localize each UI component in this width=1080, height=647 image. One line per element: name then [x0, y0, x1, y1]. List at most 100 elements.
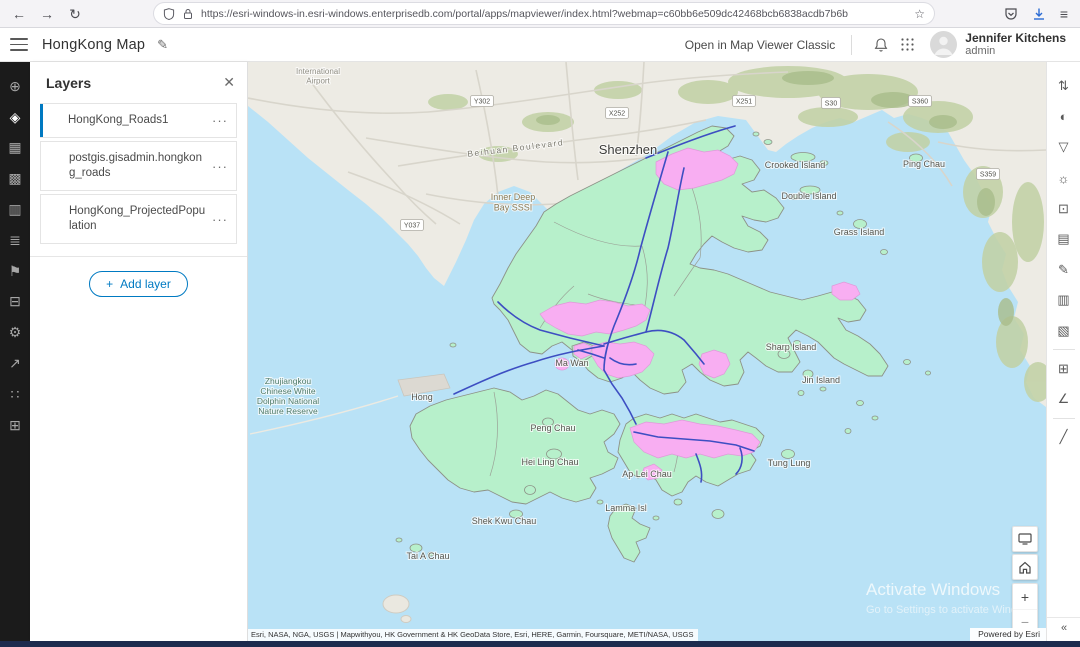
- overview-map-button[interactable]: [1012, 526, 1038, 552]
- layers-icon[interactable]: ◈: [0, 102, 30, 133]
- styles-icon[interactable]: ◐: [1047, 102, 1080, 133]
- pocket-icon[interactable]: [1004, 7, 1018, 21]
- layers-panel: Layers ✕ HongKong_Roads1···postgis.gisad…: [30, 62, 248, 641]
- toolbar-divider: [1053, 418, 1075, 419]
- share-icon[interactable]: ↗: [0, 348, 30, 379]
- svg-text:S30: S30: [825, 101, 838, 108]
- browser-reload-button[interactable]: ↻: [64, 3, 86, 25]
- plus-icon: +: [106, 277, 113, 291]
- app-menu-icon[interactable]: [10, 38, 28, 51]
- window-bottom-edge: [0, 641, 1080, 647]
- tables-icon[interactable]: ▦: [0, 133, 30, 164]
- map-label: Ma Wan: [555, 358, 588, 368]
- layer-item[interactable]: HongKong_Roads1···: [40, 103, 237, 138]
- add-new-icon[interactable]: ⊕: [0, 71, 30, 102]
- browser-back-button[interactable]: ←: [8, 3, 30, 25]
- map-label: ZhujiangkouChinese WhiteDolphin National…: [257, 376, 319, 416]
- map-label: Ping Chau: [903, 159, 945, 169]
- user-menu[interactable]: Jennifer Kitchens admin: [930, 31, 1066, 58]
- map-label: Ap Lei Chau: [622, 469, 672, 479]
- svg-text:S360: S360: [912, 99, 928, 106]
- powered-by-esri: Powered by Esri: [970, 628, 1046, 641]
- address-bar[interactable]: https://esri-windows-in.esri-windows.ent…: [154, 3, 934, 24]
- basemap: Y302X252X251S30S360S359Y037 Internationa…: [248, 62, 1046, 641]
- layers-panel-title: Layers: [46, 75, 91, 91]
- settings-toolbar: ⇅◐▽☼⊡▤✎▥▧ ⊞∠ ╱ «: [1046, 62, 1080, 641]
- add-layer-button[interactable]: + Add layer: [89, 271, 188, 297]
- bookmark-star-icon[interactable]: ☆: [914, 7, 925, 21]
- map-label: Grass Island: [834, 227, 885, 237]
- browser-toolbar: ← → ↻ https://esri-windows-in.esri-windo…: [0, 0, 1080, 28]
- map-label: Hei Ling Chau: [521, 457, 578, 467]
- close-icon[interactable]: ✕: [223, 74, 235, 91]
- effects-icon[interactable]: ☼: [1047, 163, 1080, 194]
- map-label: Tung Lung: [768, 458, 811, 468]
- fields-icon[interactable]: ▤: [1047, 224, 1080, 255]
- collapse-toolbar-button[interactable]: «: [1047, 617, 1080, 637]
- layer-options-icon[interactable]: ···: [212, 212, 228, 227]
- charts-icon[interactable]: ▥: [0, 194, 30, 225]
- layer-name: HongKong_Roads1: [68, 113, 212, 128]
- svg-text:S359: S359: [980, 172, 996, 179]
- road-shield: X252: [606, 108, 629, 119]
- user-role: admin: [965, 45, 1066, 58]
- avatar: [930, 31, 957, 58]
- layer-name: postgis.gisadmin.hongkong_roads: [69, 151, 212, 181]
- map-label: Tai A Chau: [406, 551, 449, 561]
- layer-item[interactable]: HongKong_ProjectedPopulation···: [40, 194, 237, 244]
- svg-text:X251: X251: [736, 99, 752, 106]
- settings-icon[interactable]: ⚙: [0, 317, 30, 348]
- svg-text:Y302: Y302: [474, 99, 490, 106]
- app-launcher-grid-icon[interactable]: [894, 32, 920, 58]
- print-icon[interactable]: ⊞: [0, 410, 30, 441]
- home-button[interactable]: [1012, 554, 1038, 580]
- mobile-icon[interactable]: ∷: [0, 379, 30, 410]
- tracking-shield-icon[interactable]: [163, 8, 175, 20]
- map-label: Peng Chau: [530, 423, 575, 433]
- road-shield: S30: [822, 98, 841, 109]
- open-classic-link[interactable]: Open in Map Viewer Classic: [685, 38, 836, 52]
- map-label: Shek Kwu Chau: [472, 516, 537, 526]
- map-areas-icon[interactable]: ⊟: [0, 287, 30, 318]
- layer-options-icon[interactable]: ···: [212, 113, 228, 128]
- map-canvas[interactable]: Y302X252X251S30S360S359Y037 Internationa…: [248, 62, 1046, 641]
- browser-menu-icon[interactable]: ≡: [1060, 6, 1068, 22]
- forms-icon[interactable]: ▧: [1047, 316, 1080, 347]
- edit-title-icon[interactable]: ✎: [157, 37, 168, 53]
- map-label: Inner DeepBay SSSI: [491, 192, 536, 213]
- basemap-icon[interactable]: ▩: [0, 163, 30, 194]
- map-attribution: Esri, NASA, NGA, USGS | Mapwithyou, HK G…: [248, 629, 698, 641]
- layer-options-icon[interactable]: ···: [212, 159, 228, 174]
- map-label: Jin Island: [802, 375, 840, 385]
- svg-text:X252: X252: [609, 111, 625, 118]
- sketch-icon[interactable]: ╱: [1047, 422, 1080, 453]
- layer-item[interactable]: postgis.gisadmin.hongkong_roads···: [40, 141, 237, 191]
- toolbar-divider: [1053, 349, 1075, 350]
- filter-icon[interactable]: ▽: [1047, 132, 1080, 163]
- contents-toolbar: ⊕◈▦▩▥≣⚑⊟⚙↗∷⊞: [0, 62, 30, 641]
- url-text: https://esri-windows-in.esri-windows.ent…: [201, 8, 907, 20]
- measure-icon[interactable]: ∠: [1047, 384, 1080, 415]
- downloads-icon[interactable]: [1032, 7, 1046, 21]
- road-shield: Y302: [471, 96, 494, 107]
- zoom-in-button[interactable]: +: [1013, 584, 1037, 609]
- map-label: Double Island: [781, 191, 836, 201]
- popups-icon[interactable]: ⊡: [1047, 193, 1080, 224]
- labels-icon[interactable]: ✎: [1047, 255, 1080, 286]
- chart-settings-icon[interactable]: ▥: [1047, 285, 1080, 316]
- road-shield: Y037: [401, 220, 424, 231]
- properties-icon[interactable]: ⇅: [1047, 71, 1080, 102]
- notifications-bell-icon[interactable]: [868, 32, 894, 58]
- legend-icon[interactable]: ≣: [0, 225, 30, 256]
- header-divider: [851, 35, 852, 55]
- map-label: Lamma Isl: [605, 503, 647, 513]
- layer-list: HongKong_Roads1···postgis.gisadmin.hongk…: [30, 101, 247, 244]
- road-shield: S359: [977, 169, 1000, 180]
- user-name: Jennifer Kitchens: [965, 32, 1066, 45]
- road-shield: X251: [733, 96, 756, 107]
- road-shield: S360: [909, 96, 932, 107]
- edit-icon[interactable]: ⊞: [1047, 353, 1080, 384]
- bookmarks-icon[interactable]: ⚑: [0, 256, 30, 287]
- browser-forward-button[interactable]: →: [36, 3, 58, 25]
- connection-lock-icon[interactable]: [182, 8, 194, 20]
